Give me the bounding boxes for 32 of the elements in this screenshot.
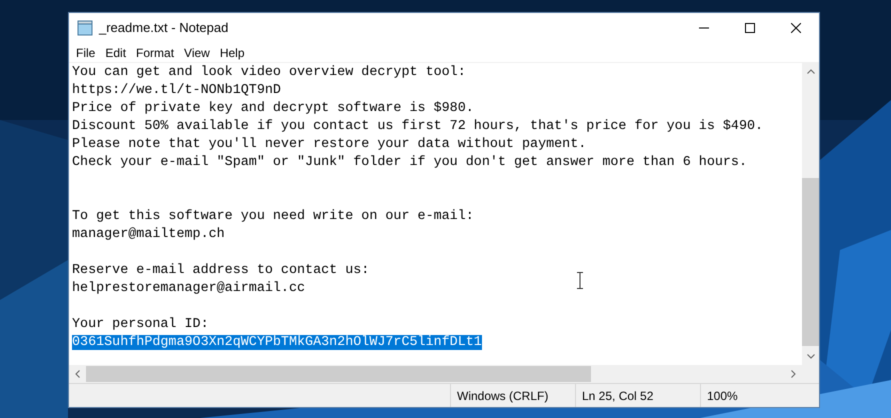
status-text: Windows (CRLF) [457, 388, 548, 404]
scroll-down-icon[interactable] [806, 354, 814, 359]
text-line: helprestoremanager@airmail.cc [72, 281, 306, 296]
text-cursor-icon [576, 272, 584, 289]
text-line: manager@mailtemp.ch [72, 227, 225, 242]
vertical-scrollbar[interactable] [802, 63, 819, 365]
menu-item[interactable]: Format [131, 44, 180, 62]
text-line: https://we.tl/t-NONb1QT9nD [72, 83, 281, 98]
notepad-icon [77, 20, 93, 36]
horizontal-scrollbar[interactable] [69, 365, 819, 383]
scroll-left-icon[interactable] [75, 370, 80, 378]
scrollbar-thumb[interactable] [86, 366, 591, 382]
menu-item[interactable]: File [71, 44, 100, 62]
menu-item[interactable]: Edit [100, 44, 132, 62]
scroll-up-icon[interactable] [806, 69, 814, 74]
text-line: Check your e-mail "Spam" or "Junk" folder if you don't get answer more than 6 hours. [72, 155, 747, 170]
status-text: 100% [707, 388, 738, 404]
text-line: Please note that you'll never restore your data without payment. [72, 137, 586, 152]
menu-item[interactable]: Help [214, 44, 250, 62]
status-text: Ln 25, Col 52 [582, 388, 654, 404]
scroll-right-icon[interactable] [791, 370, 796, 378]
text-line: Price of private key and decrypt software is $980. [72, 101, 474, 116]
text-line: You can get and look video overview decrypt tool: [72, 65, 466, 80]
text-line: Your personal ID: [72, 317, 209, 332]
close-icon [791, 23, 801, 33]
maximize-icon [745, 23, 755, 33]
scrollbar-thumb[interactable] [802, 178, 819, 346]
text-line: To get this software you need write on our e-mail: [72, 209, 474, 224]
text-line: Reserve e-mail address to contact us: [72, 263, 370, 278]
menu-item[interactable]: View [179, 44, 215, 62]
window-title: _readme.txt - Notepad [99, 19, 228, 38]
text-line: Discount 50% available if you contact us first 72 hours, that's price for you is $490. [72, 119, 764, 134]
